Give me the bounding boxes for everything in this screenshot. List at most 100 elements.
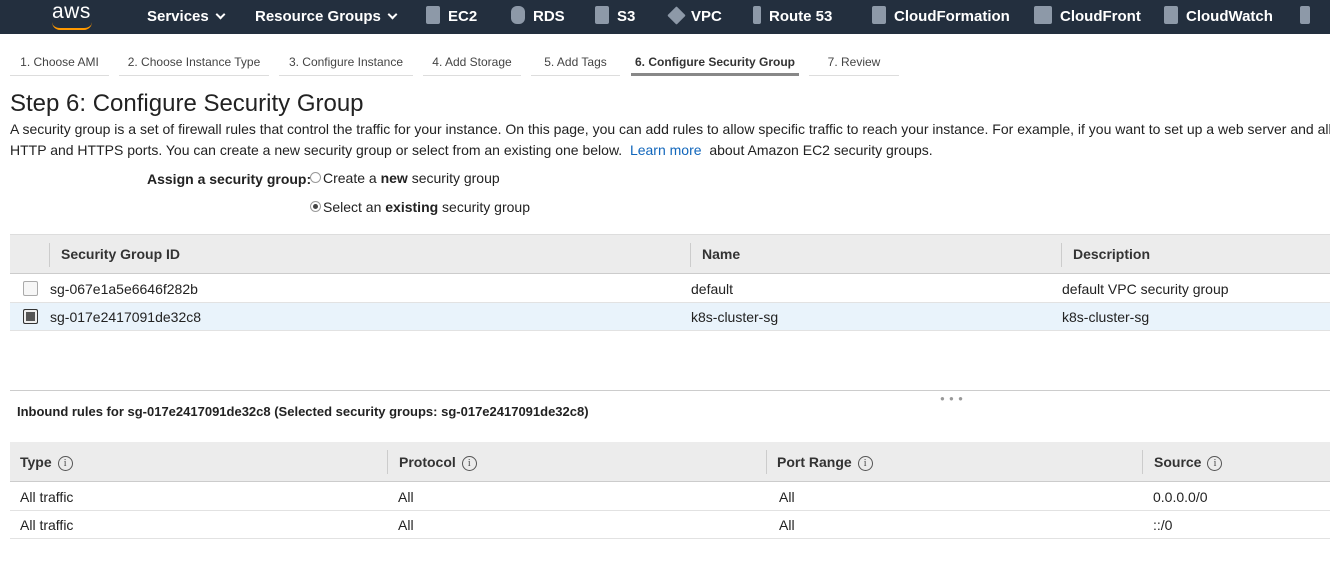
port-range-cell: All [779,489,795,505]
shortcut-ec2[interactable]: EC2 [426,0,477,34]
shortcut-route53[interactable]: Route 53 [753,0,832,34]
column-separator [690,243,691,267]
info-icon[interactable]: i [857,456,873,471]
shortcut-label: CloudFormation [894,8,1010,25]
radio-button-checked[interactable] [310,200,321,212]
shortcut-cloudwatch[interactable]: CloudWatch [1164,0,1273,34]
radio-label-pre: Select an [323,199,386,215]
aws-logo-smile [52,22,92,30]
column-separator [49,243,50,267]
inbound-rules-title: Inbound rules for sg-017e2417091de32c8 (… [17,404,589,419]
info-icon[interactable]: i [461,456,477,471]
row-checkbox-checked[interactable] [23,309,38,324]
intro-text: A security group is a set of firewall ru… [10,119,1330,161]
table-row-selected[interactable]: sg-017e2417091de32c8 k8s-cluster-sg k8s-… [10,303,1330,331]
security-group-id-cell: sg-017e2417091de32c8 [50,309,202,325]
info-icon[interactable]: i [57,456,73,471]
cloudfront-icon [1034,6,1052,25]
tab-add-storage[interactable]: 4. Add Storage [423,47,521,76]
source-cell: 0.0.0.0/0 [1153,489,1208,505]
ec2-icon [426,6,440,25]
table-row[interactable]: sg-067e1a5e6646f282b default default VPC… [10,275,1330,303]
shortcut-s3[interactable]: S3 [595,0,635,34]
cloudformation-icon [872,6,886,25]
radio-create-new[interactable]: Create a new security group [310,170,500,186]
chevron-down-icon [387,9,398,20]
tab-choose-instance-type[interactable]: 2. Choose Instance Type [119,47,269,76]
cloudwatch-icon [1164,6,1178,25]
radio-label-bold: existing [385,199,439,215]
column-separator [1061,243,1062,267]
shortcut-label: CloudWatch [1186,8,1273,25]
vpc-icon [667,5,686,25]
column-header-label: Port Range [777,454,852,470]
services-label: Services [147,8,209,25]
intro-line-2-end: about Amazon EC2 security groups. [709,142,933,158]
column-header-label: Source [1154,454,1202,470]
resource-groups-menu[interactable]: Resource Groups [255,0,398,34]
tab-add-tags[interactable]: 5. Add Tags [531,47,620,76]
aws-logo[interactable]: aws [52,0,91,24]
column-separator [766,450,767,474]
protocol-cell: All [398,517,414,533]
column-header-protocol[interactable]: Protocol i [399,442,477,482]
source-cell: ::/0 [1153,517,1173,533]
tab-review[interactable]: 7. Review [809,47,899,76]
radio-label-bold: new [380,170,408,186]
column-header-type[interactable]: Type i [20,442,73,482]
route53-icon [753,6,761,25]
tab-configure-instance[interactable]: 3. Configure Instance [279,47,413,76]
assign-security-group-label: Assign a security group: [147,171,312,187]
port-range-cell: All [779,517,795,533]
description-cell: default VPC security group [1062,281,1229,297]
type-cell: All traffic [20,517,74,533]
page-title: Step 6: Configure Security Group [10,90,364,117]
shortcut-vpc[interactable]: VPC [667,0,722,34]
radio-select-existing[interactable]: Select an existing security group [310,199,530,215]
row-checkbox[interactable] [23,281,38,296]
intro-line-2-text: HTTP and HTTPS ports. You can create a n… [10,142,623,158]
tab-choose-ami[interactable]: 1. Choose AMI [10,47,109,76]
column-header-label: Type [20,454,52,470]
resource-groups-label: Resource Groups [255,8,381,25]
shortcut-label: EC2 [448,8,478,25]
shortcut-label: RDS [533,8,565,25]
type-cell: All traffic [20,489,74,505]
protocol-cell: All [398,489,414,505]
shortcut-overflow[interactable] [1300,0,1318,34]
shortcut-label: Route 53 [769,8,833,25]
inbound-rules-table-header: Type i Protocol i Port Range i Source i [10,442,1330,482]
resize-grip-icon[interactable]: ● ● ● [940,394,964,403]
table-row: All traffic All All 0.0.0.0/0 [10,483,1330,511]
shortcut-cloudfront[interactable]: CloudFront [1034,0,1141,34]
shortcut-rds[interactable]: RDS [511,0,565,34]
panel-divider[interactable] [10,390,1330,391]
services-menu[interactable]: Services [147,0,226,34]
shortcut-cloudformation[interactable]: CloudFormation [872,0,1010,34]
column-header-source[interactable]: Source i [1154,442,1223,482]
radio-button[interactable] [310,171,321,183]
name-cell: k8s-cluster-sg [691,309,779,325]
s3-icon [595,6,609,25]
intro-line-2: HTTP and HTTPS ports. You can create a n… [10,140,1330,161]
description-cell: k8s-cluster-sg [1062,309,1150,325]
column-header-description[interactable]: Description [1063,235,1150,275]
radio-label-post: security group [438,199,530,215]
top-navigation-bar: aws Services Resource Groups EC2 RDS S3 … [0,0,1330,34]
tab-configure-security-group[interactable]: 6. Configure Security Group [631,47,799,76]
column-separator [387,450,388,474]
radio-label-pre: Create a [323,170,381,186]
column-separator [1142,450,1143,474]
learn-more-link[interactable]: Learn more [630,142,702,158]
shortcut-label: CloudFront [1060,8,1141,25]
table-row: All traffic All All ::/0 [10,511,1330,539]
chevron-down-icon [215,9,226,20]
shortcut-label: S3 [617,8,636,25]
info-icon[interactable]: i [1207,456,1223,471]
column-header-label: Protocol [399,454,456,470]
column-header-port-range[interactable]: Port Range i [777,442,873,482]
service-icon [1300,6,1310,25]
name-cell: default [691,281,734,297]
column-header-name[interactable]: Name [692,235,740,275]
column-header-security-group-id[interactable]: Security Group ID [51,235,180,275]
